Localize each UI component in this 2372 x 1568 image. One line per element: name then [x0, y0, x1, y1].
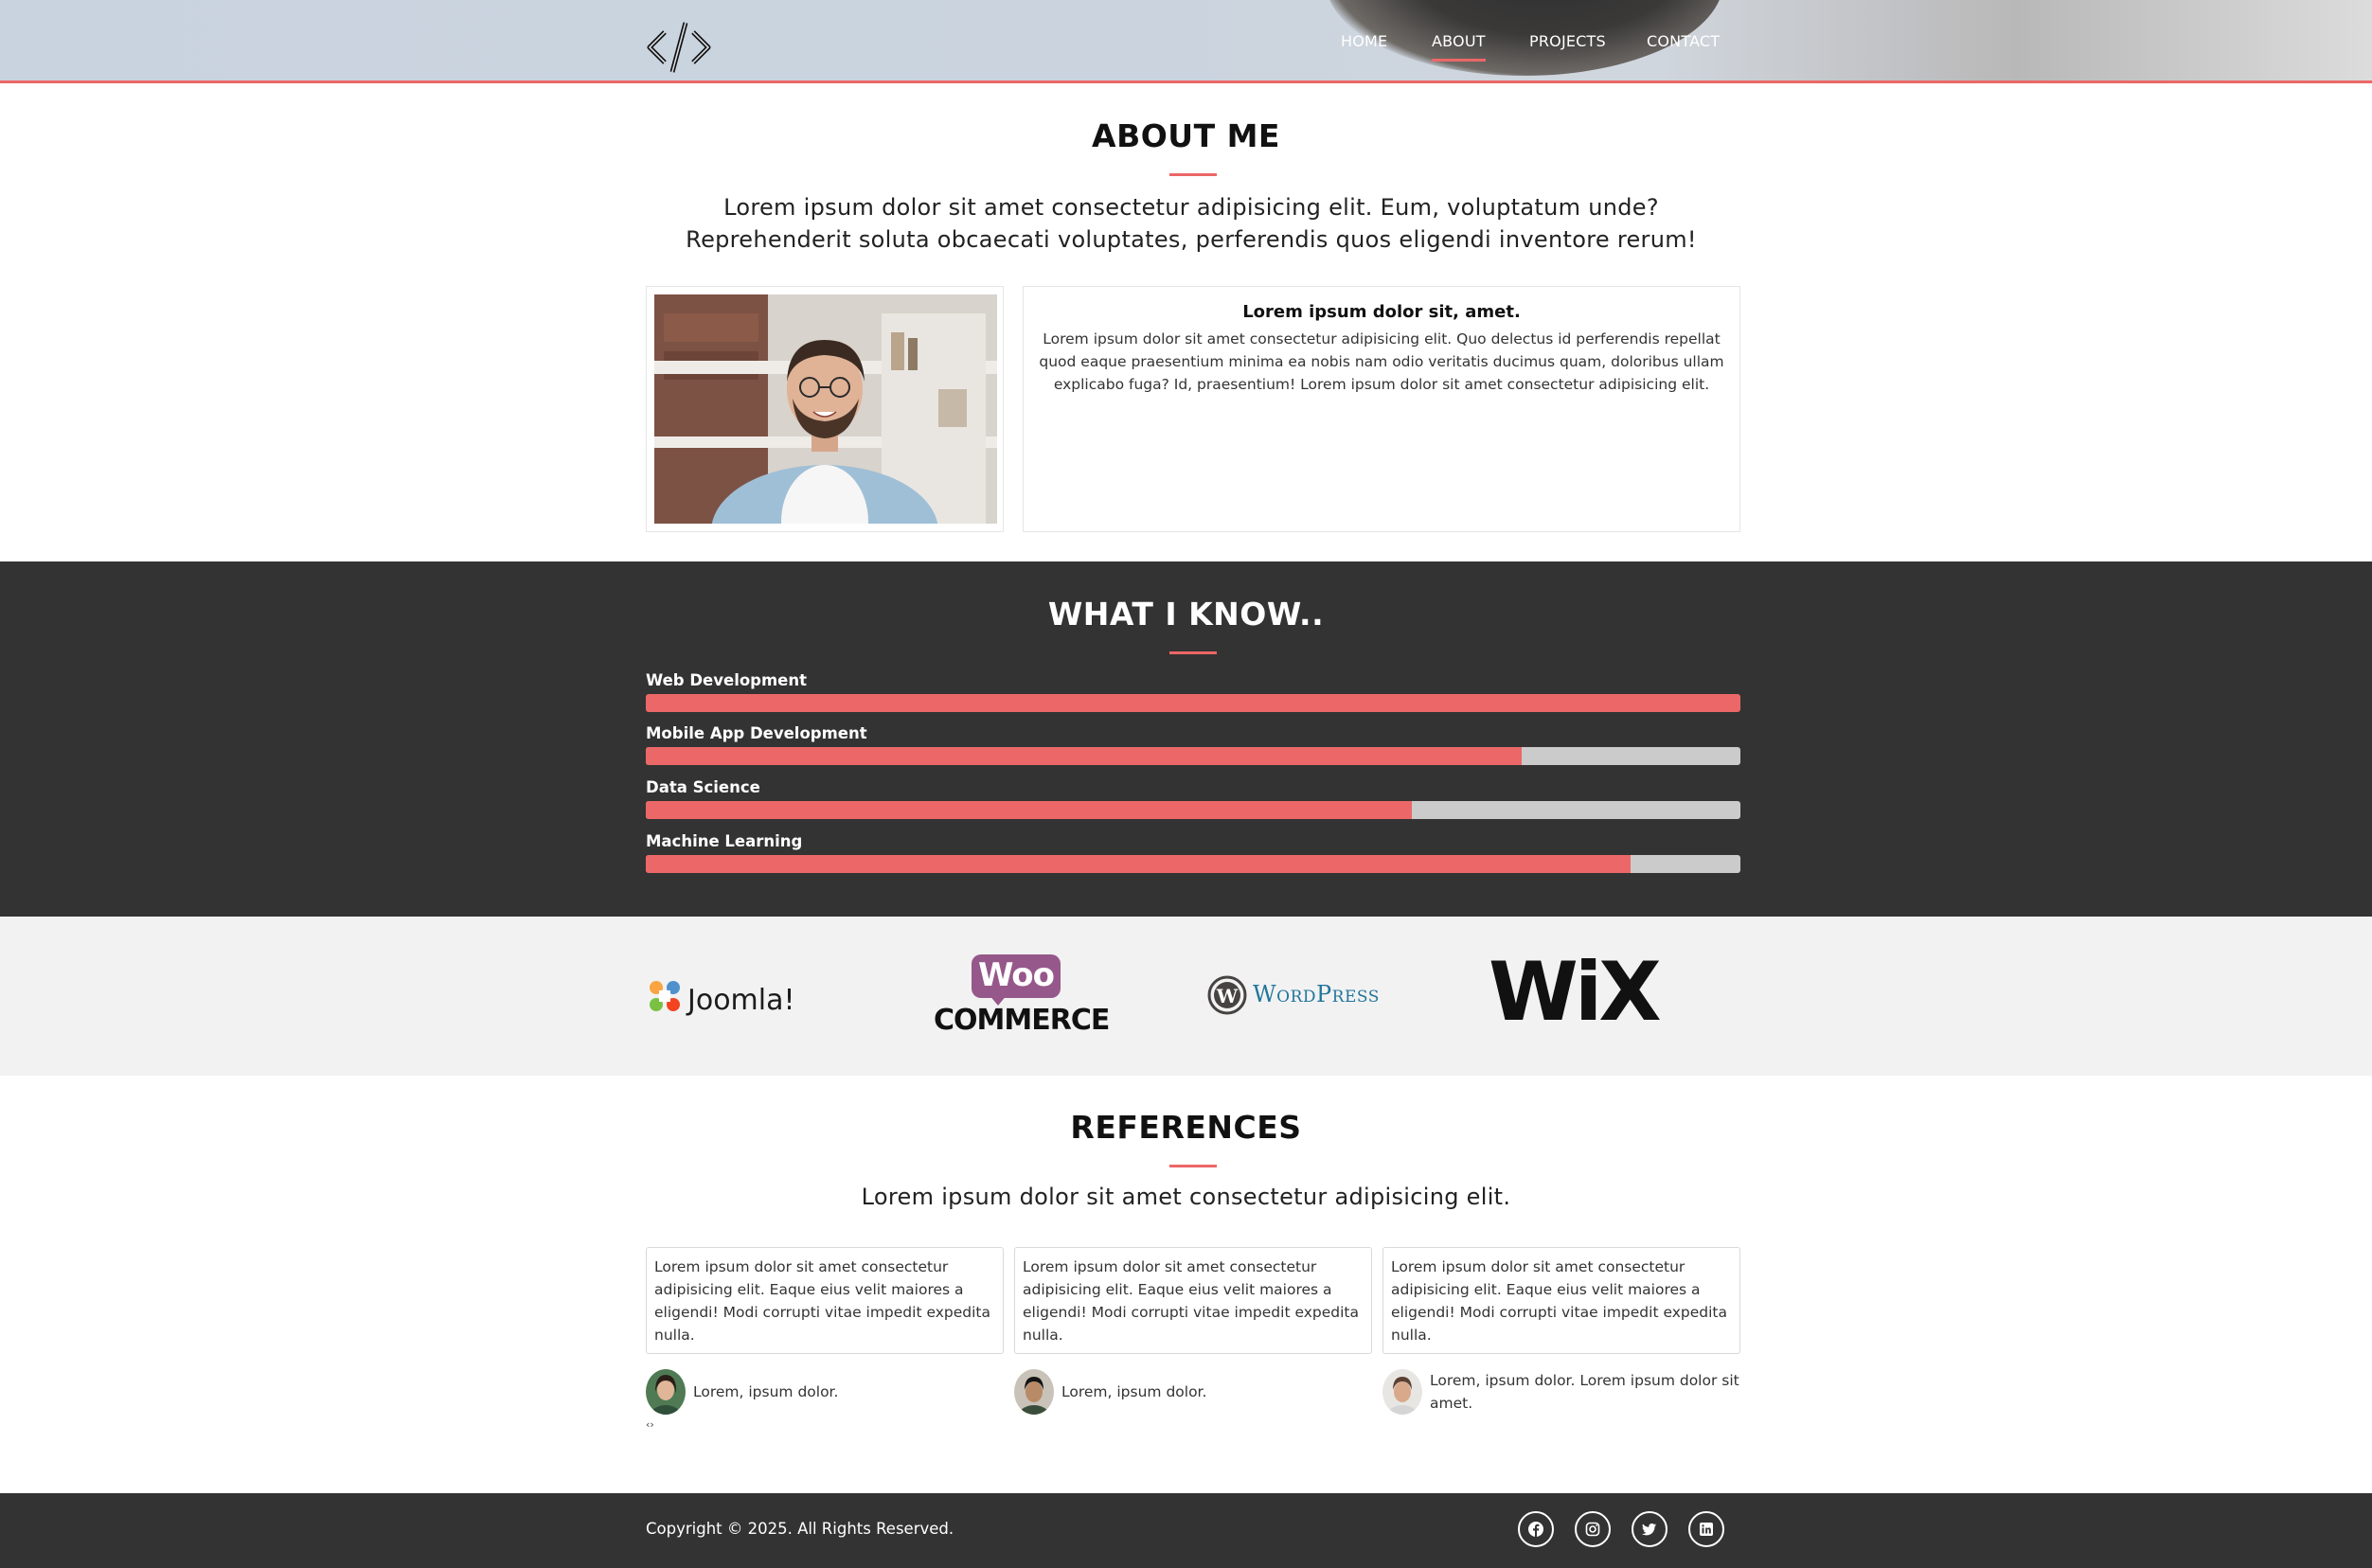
nav-contact[interactable]: CONTACT [1647, 32, 1720, 50]
reference-name: Lorem, ipsum dolor. [693, 1383, 839, 1400]
reference-person: Lorem, ipsum dolor. [1014, 1369, 1372, 1415]
profile-photo [654, 294, 997, 524]
about-lead: Lorem ipsum dolor sit amet consectetur a… [686, 194, 1697, 253]
linkedin-icon[interactable] [1688, 1511, 1724, 1547]
skill-label: Mobile App Development [646, 724, 867, 742]
wordpress-logo: W WordPress [1207, 975, 1397, 1017]
skill-bar [646, 855, 1740, 873]
references-title: REFERENCES [1070, 1109, 1302, 1146]
skill-bar-fill [646, 747, 1522, 765]
skills-section: WHAT I KNOW.. Web Development Mobile App… [0, 561, 2372, 917]
woocommerce-logo: Woo COMMERCE [934, 954, 1110, 1037]
profile-photo-card [646, 286, 1004, 532]
wix-logo: WiX [1489, 945, 1662, 1040]
skill-bar [646, 694, 1740, 712]
instagram-icon[interactable] [1575, 1511, 1611, 1547]
reference-person: Lorem, ipsum dolor. [646, 1369, 1004, 1415]
skill-bar-fill [646, 694, 1740, 712]
reference-card: Lorem ipsum dolor sit amet consectetur a… [1014, 1247, 1372, 1354]
brands-strip: Joomla! Woo COMMERCE W WordPress WiX [0, 917, 2372, 1076]
site-footer: Copyright © 2025. All Rights Reserved. [0, 1493, 2372, 1568]
code-brackets-icon[interactable] [644, 17, 714, 78]
about-text-card: Lorem ipsum dolor sit, amet. Lorem ipsum… [1023, 286, 1740, 532]
skill-bar-fill [646, 801, 1413, 819]
about-card-title: Lorem ipsum dolor sit, amet. [1242, 302, 1521, 322]
copyright-text: Copyright © 2025. All Rights Reserved. [646, 1520, 954, 1538]
skill-label: Data Science [646, 778, 760, 796]
slider-arrows-icon[interactable]: ‹› [646, 1418, 654, 1431]
nav-projects[interactable]: PROJECTS [1529, 32, 1606, 50]
joomla-logo: Joomla! [650, 981, 795, 1017]
skills-title-underline [1169, 651, 1217, 654]
svg-text:W: W [1216, 985, 1239, 1007]
about-title: ABOUT ME [1092, 117, 1280, 154]
reference-person: Lorem, ipsum dolor. Lorem ipsum dolor si… [1382, 1369, 1740, 1415]
site-header: HOME ABOUT PROJECTS CONTACT [0, 0, 2372, 83]
skill-bar [646, 747, 1740, 765]
avatar [1382, 1369, 1422, 1415]
reference-card: Lorem ipsum dolor sit amet consectetur a… [646, 1247, 1004, 1354]
about-title-underline [1169, 173, 1217, 176]
avatar [646, 1369, 686, 1415]
facebook-icon[interactable] [1518, 1511, 1554, 1547]
skills-title: WHAT I KNOW.. [1047, 596, 1325, 633]
twitter-icon[interactable] [1632, 1511, 1668, 1547]
about-card-text: Lorem ipsum dolor sit amet consectetur a… [1039, 330, 1724, 393]
skill-label: Web Development [646, 671, 808, 689]
skill-label: Machine Learning [646, 832, 803, 850]
references-lead: Lorem ipsum dolor sit amet consectetur a… [861, 1184, 1511, 1210]
skill-bar-fill [646, 855, 1632, 873]
wordpress-icon: W [1207, 975, 1247, 1015]
reference-name: Lorem, ipsum dolor. Lorem ipsum dolor si… [1430, 1372, 1739, 1412]
reference-card: Lorem ipsum dolor sit amet consectetur a… [1382, 1247, 1740, 1354]
skill-bar [646, 801, 1740, 819]
avatar [1014, 1369, 1054, 1415]
nav-about[interactable]: ABOUT [1432, 32, 1486, 62]
svg-text:Joomla!: Joomla! [686, 984, 795, 1017]
references-title-underline [1169, 1165, 1217, 1167]
reference-name: Lorem, ipsum dolor. [1061, 1383, 1207, 1400]
nav-home[interactable]: HOME [1341, 32, 1387, 50]
